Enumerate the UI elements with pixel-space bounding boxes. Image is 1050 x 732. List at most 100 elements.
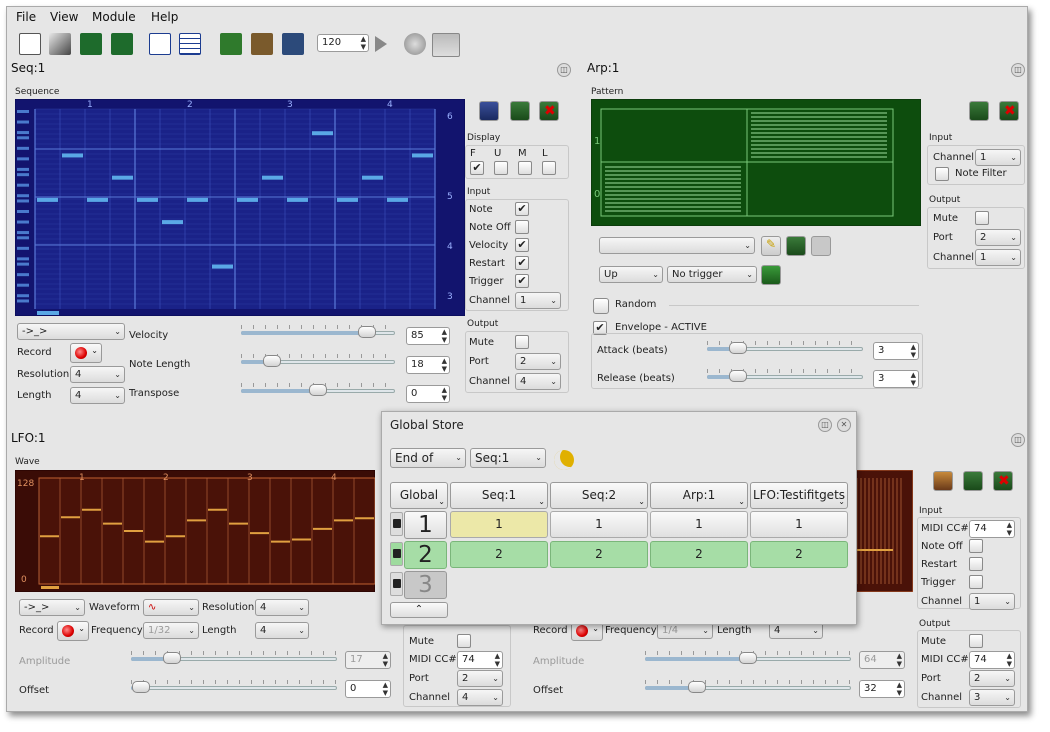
lfo-record-button[interactable]: ⌄: [57, 621, 89, 641]
output-channel-select[interactable]: 4 ⌄: [515, 373, 561, 390]
gs-row2-button[interactable]: 2: [404, 541, 447, 569]
lfo-restart-checkbox[interactable]: [969, 557, 983, 571]
lfo-trigger-checkbox[interactable]: [969, 575, 983, 589]
midi-clock-icon[interactable]: [404, 33, 426, 55]
lfo-in-channel-select[interactable]: 1 ⌄: [969, 593, 1015, 610]
input-velocity-checkbox[interactable]: ✔: [515, 238, 529, 252]
seq-edit-icon[interactable]: [479, 101, 499, 121]
lfo-mid-mute-checkbox[interactable]: [457, 634, 471, 648]
lfo2-wave-display[interactable]: [853, 470, 913, 592]
lfo-wave-display[interactable]: 128 0 1 2 3 4: [15, 470, 375, 592]
seq-loop-mode-select[interactable]: ->_> ⌄: [17, 323, 125, 340]
lfo-length-select[interactable]: 4 ⌄: [255, 622, 309, 639]
seq-record-button[interactable]: ⌄: [70, 343, 102, 363]
arp-trigger-select[interactable]: No trigger ⌄: [667, 266, 757, 283]
lfo-offset-spinbox[interactable]: 0 ▲ ▼: [345, 680, 391, 698]
input-channel-select[interactable]: 1 ⌄: [515, 292, 561, 309]
lfo-noteoff-checkbox[interactable]: [969, 539, 983, 553]
lfo-loop-select[interactable]: ->_> ⌄: [19, 599, 85, 616]
view-icon[interactable]: [149, 33, 171, 55]
lfo-out-cc-spinbox[interactable]: 74 ▲ ▼: [969, 651, 1015, 669]
arp-channel-select[interactable]: 1 ⌄: [975, 249, 1021, 266]
gs-header-seq1[interactable]: Seq:1 ⌄: [450, 482, 548, 509]
gs-header-seq2[interactable]: Seq:2 ⌄: [550, 482, 648, 509]
release-spinbox[interactable]: 3 ▲ ▼: [873, 370, 919, 388]
gs-row1-cell-seq2[interactable]: 1: [550, 511, 648, 538]
arp-delete-icon[interactable]: [811, 236, 831, 256]
note-length-slider[interactable]: [241, 354, 395, 368]
input-trigger-checkbox[interactable]: ✔: [515, 274, 529, 288]
add-seq-icon[interactable]: [282, 33, 304, 55]
lfo-offset-slider[interactable]: [131, 680, 337, 694]
new-file-icon[interactable]: [19, 33, 41, 55]
transpose-spinbox[interactable]: 0 ▲ ▼: [406, 385, 450, 403]
display-m-checkbox[interactable]: [518, 161, 532, 175]
save-icon[interactable]: [80, 33, 102, 55]
gs-close-icon[interactable]: ✕: [837, 418, 851, 432]
gs-row3-store-icon[interactable]: [390, 572, 403, 596]
gs-row2-cell-arp1[interactable]: 2: [650, 541, 748, 568]
gs-row1-cell-seq1[interactable]: 1: [450, 511, 548, 538]
lfo-amplitude-slider[interactable]: [131, 651, 337, 665]
float-icon[interactable]: ◫: [557, 63, 571, 77]
gs-row1-cell-lfo[interactable]: 1: [750, 511, 848, 538]
output-port-select[interactable]: 2 ⌄: [515, 353, 561, 370]
transpose-slider[interactable]: [241, 383, 395, 397]
lfo2-amplitude-slider[interactable]: [645, 651, 851, 665]
lfo-mid-channel-select[interactable]: 4 ⌄: [457, 689, 503, 706]
arp-save-icon[interactable]: [786, 236, 806, 256]
arp-input-channel-select[interactable]: 1 ⌄: [975, 149, 1021, 166]
lfo-frequency-select[interactable]: 1/32 ⌄: [143, 622, 199, 639]
add-arp-icon[interactable]: [220, 33, 242, 55]
arp-mute-checkbox[interactable]: [975, 211, 989, 225]
lfo-out-port-select[interactable]: 2 ⌄: [969, 670, 1015, 687]
lfo-wave-icon[interactable]: [933, 471, 953, 491]
lock-icon[interactable]: [761, 265, 781, 285]
lfo-mid-cc-spinbox[interactable]: 74 ▲ ▼: [457, 651, 503, 669]
tempo-spinbox[interactable]: 120 ▲ ▼: [317, 34, 369, 52]
lfo-mid-port-select[interactable]: 2 ⌄: [457, 670, 503, 687]
save-as-icon[interactable]: [111, 33, 133, 55]
lfo2-amplitude-spinbox[interactable]: 64 ▲ ▼: [859, 651, 905, 669]
lfo-amplitude-spinbox[interactable]: 17 ▲ ▼: [345, 651, 391, 669]
display-l-checkbox[interactable]: [542, 161, 556, 175]
arp-port-select[interactable]: 2 ⌄: [975, 229, 1021, 246]
arp-export-icon[interactable]: [969, 101, 989, 121]
add-lfo-icon[interactable]: [251, 33, 273, 55]
menu-module[interactable]: Module: [92, 10, 136, 24]
menu-view[interactable]: View: [50, 10, 78, 24]
list-icon[interactable]: [179, 33, 201, 55]
jack-transport-icon[interactable]: [432, 33, 460, 57]
gs-collapse-button[interactable]: ⌃: [390, 602, 448, 618]
lfo-out-mute-checkbox[interactable]: [969, 634, 983, 648]
waveform-select[interactable]: ∿ ⌄: [143, 599, 199, 616]
gs-row1-cell-arp1[interactable]: 1: [650, 511, 748, 538]
lfo-resolution-select[interactable]: 4 ⌄: [255, 599, 309, 616]
gs-module-select[interactable]: Seq:1 ⌄: [470, 448, 546, 468]
gs-row2-cell-seq2[interactable]: 2: [550, 541, 648, 568]
gs-row1-button[interactable]: 1: [404, 511, 447, 539]
gs-row3-button[interactable]: 3: [404, 571, 447, 599]
seq-save-icon[interactable]: [510, 101, 530, 121]
arp-float-icon[interactable]: ◫: [1011, 63, 1025, 77]
lfo-float-icon[interactable]: ◫: [1011, 433, 1025, 447]
velocity-slider[interactable]: [241, 325, 395, 339]
gs-when-select[interactable]: End of ⌄: [390, 448, 466, 468]
note-length-spinbox[interactable]: 18 ▲ ▼: [406, 356, 450, 374]
lfo-remove-icon[interactable]: ✖: [993, 471, 1013, 491]
input-note-checkbox[interactable]: ✔: [515, 202, 529, 216]
random-checkbox[interactable]: [593, 298, 609, 314]
gs-header-lfo[interactable]: LFO:Testifitgets ⌄: [750, 482, 848, 509]
lfo2-offset-spinbox[interactable]: 32 ▲ ▼: [859, 680, 905, 698]
gs-row2-cell-seq1[interactable]: 2: [450, 541, 548, 568]
menu-file[interactable]: File: [16, 10, 36, 24]
arp-repeat-select[interactable]: Up ⌄: [599, 266, 663, 283]
lfo2-offset-slider[interactable]: [645, 680, 851, 694]
seq-length-select[interactable]: 4 ⌄: [70, 387, 125, 404]
output-mute-checkbox[interactable]: [515, 335, 529, 349]
lfo-in-cc-spinbox[interactable]: 74 ▲ ▼: [969, 520, 1015, 538]
display-f-checkbox[interactable]: ✔: [470, 161, 484, 175]
open-icon[interactable]: [49, 33, 71, 55]
attack-spinbox[interactable]: 3 ▲ ▼: [873, 342, 919, 360]
pencil-icon[interactable]: ✎: [761, 236, 781, 256]
